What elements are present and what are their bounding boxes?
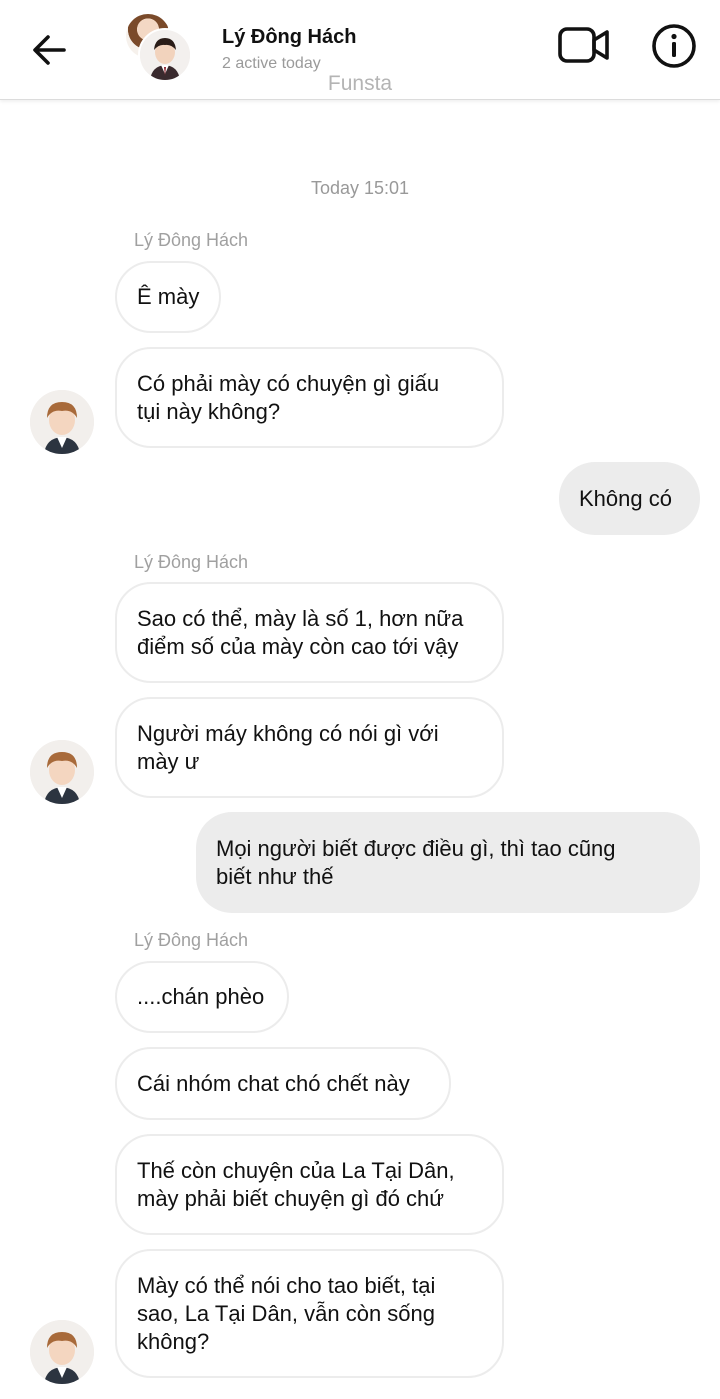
info-icon (652, 24, 696, 68)
message-bubble-incoming[interactable]: Thế còn chuyện của La Tại Dân, mày phải … (115, 1134, 504, 1235)
message-bubble-outgoing[interactable]: Mọi người biết được điều gì, thì tao cũn… (196, 812, 700, 913)
chat-title[interactable]: Lý Đông Hách (222, 26, 356, 49)
message-bubble-incoming[interactable]: Sao có thể, mày là số 1, hơn nữa điểm số… (115, 582, 504, 683)
group-avatar[interactable] (126, 14, 192, 82)
message-bubble-incoming[interactable]: Có phải mày có chuyện gì giấu tụi này kh… (115, 347, 504, 448)
message-text: Thế còn chuyện của La Tại Dân, mày phải … (137, 1157, 455, 1211)
message-text: Có phải mày có chuyện gì giấu tụi này kh… (137, 370, 440, 424)
message-text: Cái nhóm chat chó chết này (137, 1070, 410, 1096)
avatar[interactable] (30, 740, 94, 804)
message-bubble-incoming[interactable]: Người máy không có nói gì với mày ư (115, 697, 504, 798)
message-text: Mọi người biết được điều gì, thì tao cũn… (216, 835, 616, 889)
message-text: ....chán phèo (137, 984, 265, 1009)
message-bubble-incoming[interactable]: Cái nhóm chat chó chết này (115, 1047, 451, 1120)
message-bubble-incoming[interactable]: Ê mày (115, 261, 222, 333)
chat-header: Lý Đông Hách 2 active today Funsta (0, 0, 720, 100)
message-text: Mày có thể nói cho tao biết, tại sao, La… (137, 1272, 436, 1354)
sender-name: Lý Đông Hách (134, 552, 249, 572)
info-button[interactable] (650, 22, 698, 70)
video-camera-icon (558, 27, 609, 63)
avatar[interactable] (30, 1320, 94, 1384)
message-text: Người máy không có nói gì với mày ư (137, 720, 439, 774)
message-text: Không có (579, 485, 672, 511)
message-bubble-incoming[interactable]: Mày có thể nói cho tao biết, tại sao, La… (115, 1249, 504, 1378)
arrow-left-icon (33, 35, 66, 65)
chat-timestamp: Today 15:01 (310, 178, 410, 198)
back-button[interactable] (28, 28, 72, 72)
active-status: 2 active today (222, 55, 321, 72)
watermark-text: Funsta (327, 72, 393, 95)
sender-name: Lý Đông Hách (134, 230, 249, 250)
message-text: Sao có thể, mày là số 1, hơn nữa điểm số… (137, 605, 464, 659)
sender-name: Lý Đông Hách (134, 930, 249, 950)
message-bubble-incoming[interactable]: ....chán phèo (115, 961, 289, 1033)
message-bubble-outgoing[interactable]: Không có (559, 462, 700, 535)
avatar[interactable] (30, 390, 94, 454)
message-text: Ê mày (137, 284, 200, 309)
video-call-button[interactable] (556, 22, 612, 68)
